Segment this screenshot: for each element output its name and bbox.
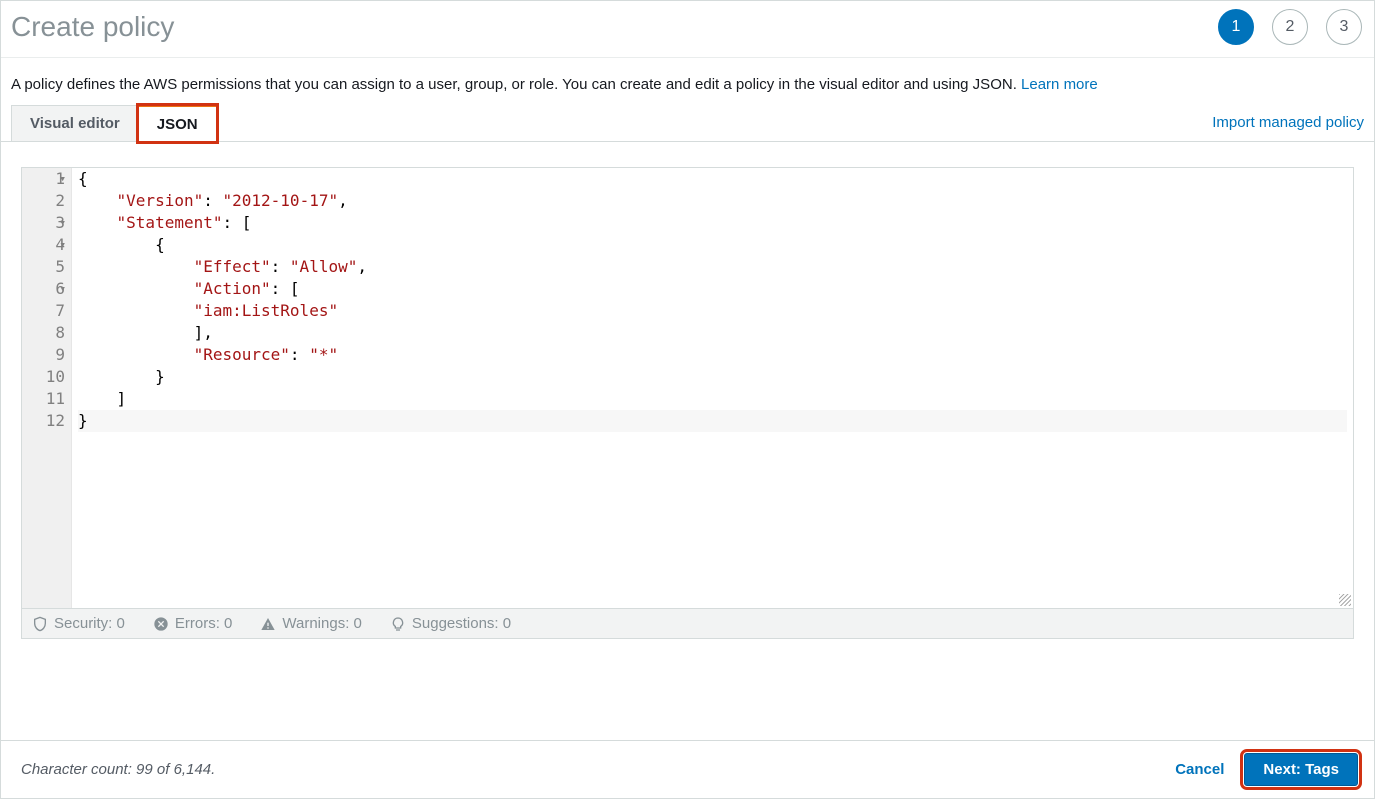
cancel-button[interactable]: Cancel — [1175, 761, 1224, 778]
description-text: A policy defines the AWS permissions tha… — [11, 76, 1021, 93]
wizard-steps: 1 2 3 — [1218, 9, 1362, 45]
code-content[interactable]: { "Version": "2012-10-17", "Statement": … — [72, 168, 1353, 608]
step-1[interactable]: 1 — [1218, 9, 1254, 45]
json-editor[interactable]: 1▾23▾4▾56▾789101112 { "Version": "2012-1… — [21, 167, 1354, 609]
next-tags-button[interactable]: Next: Tags — [1244, 753, 1358, 786]
description: A policy defines the AWS permissions tha… — [1, 58, 1374, 105]
tab-json[interactable]: JSON — [138, 105, 217, 142]
page-title: Create policy — [11, 11, 174, 43]
line-gutter: 1▾23▾4▾56▾789101112 — [22, 168, 72, 608]
status-errors[interactable]: Errors: 0 — [153, 615, 233, 632]
footer: Character count: 99 of 6,144. Cancel Nex… — [1, 740, 1374, 798]
warning-icon — [260, 616, 276, 632]
status-warnings[interactable]: Warnings: 0 — [260, 615, 361, 632]
status-bar: Security: 0 Errors: 0 Warnings: 0 Sugges… — [21, 609, 1354, 639]
tab-visual-editor[interactable]: Visual editor — [11, 105, 139, 141]
status-suggestions[interactable]: Suggestions: 0 — [390, 615, 511, 632]
tabs: Visual editor JSON — [11, 105, 216, 141]
step-2[interactable]: 2 — [1272, 9, 1308, 45]
import-managed-policy-link[interactable]: Import managed policy — [1212, 114, 1364, 141]
status-security[interactable]: Security: 0 — [32, 615, 125, 632]
step-3[interactable]: 3 — [1326, 9, 1362, 45]
shield-icon — [32, 616, 48, 632]
learn-more-link[interactable]: Learn more — [1021, 76, 1098, 93]
error-icon — [153, 616, 169, 632]
character-count: Character count: 99 of 6,144. — [21, 761, 215, 778]
header: Create policy 1 2 3 — [1, 1, 1374, 58]
lightbulb-icon — [390, 616, 406, 632]
tabs-row: Visual editor JSON Import managed policy — [1, 105, 1374, 142]
resize-handle[interactable] — [1339, 594, 1351, 606]
